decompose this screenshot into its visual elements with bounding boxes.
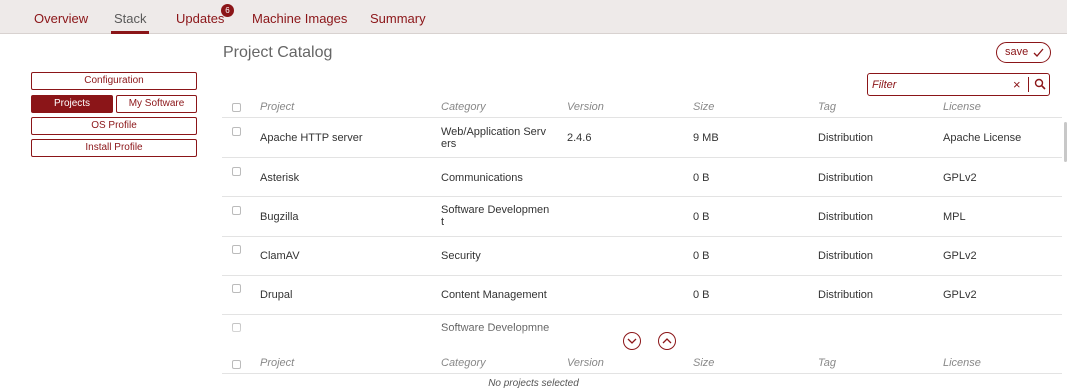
install-profile-button[interactable]: Install Profile	[31, 139, 197, 157]
project-size: 0 B	[693, 250, 710, 262]
project-category: Software Developmne	[441, 322, 550, 334]
row-checkbox[interactable]	[232, 323, 241, 332]
selected-header-divider	[222, 373, 1062, 374]
row-checkbox[interactable]	[232, 245, 241, 254]
project-size: 9 MB	[693, 132, 719, 144]
project-size: 0 B	[693, 289, 710, 301]
os-profile-button[interactable]: OS Profile	[31, 117, 197, 135]
check-icon	[1033, 48, 1044, 57]
tab-machine-images[interactable]: Machine Images	[252, 11, 347, 26]
project-category: Security	[441, 250, 481, 262]
project-name: Bugzilla	[260, 211, 299, 223]
selected-column-header-version[interactable]: Version	[567, 357, 604, 369]
column-header-category[interactable]: Category	[441, 101, 486, 113]
search-icon[interactable]	[1034, 78, 1046, 90]
project-name: Apache HTTP server	[260, 132, 363, 144]
project-license: GPLv2	[943, 172, 977, 184]
project-tag: Distribution	[818, 132, 874, 144]
save-button[interactable]: save	[996, 42, 1051, 63]
active-tab-indicator	[111, 31, 149, 34]
project-version: 2.4.6	[567, 132, 592, 144]
tab-updates[interactable]: Updates	[176, 11, 224, 26]
close-icon[interactable]: ×	[1013, 77, 1021, 92]
table-fade-overlay	[222, 322, 1067, 352]
project-tag: Distribution	[818, 289, 874, 301]
selected-column-header-category[interactable]: Category	[441, 357, 486, 369]
chevron-up-icon	[662, 338, 672, 344]
project-name: ClamAV	[260, 250, 300, 262]
chevron-down-icon	[627, 338, 637, 344]
project-license: Apache License	[943, 132, 1022, 144]
selected-select-all-checkbox[interactable]	[232, 360, 241, 369]
project-tag: Distribution	[818, 211, 874, 223]
row-checkbox[interactable]	[232, 284, 241, 293]
my-software-button[interactable]: My Software	[116, 95, 197, 113]
select-all-checkbox[interactable]	[232, 103, 241, 112]
selected-column-header-license[interactable]: License	[943, 357, 981, 369]
selected-column-header-project[interactable]: Project	[260, 357, 294, 369]
column-header-size[interactable]: Size	[693, 101, 714, 113]
filter-input[interactable]	[872, 76, 1017, 93]
row-checkbox[interactable]	[232, 127, 241, 136]
tab-stack[interactable]: Stack	[114, 11, 147, 26]
project-tag: Distribution	[818, 250, 874, 262]
project-category: Communications	[441, 172, 523, 184]
project-name: Asterisk	[260, 172, 300, 184]
project-category: Web/Application Serv ers	[441, 126, 546, 150]
configuration-button[interactable]: Configuration	[31, 72, 197, 90]
project-license: GPLv2	[943, 250, 977, 262]
updates-count-badge: 6	[221, 4, 234, 17]
move-up-button[interactable]	[658, 332, 676, 350]
project-license: MPL	[943, 211, 966, 223]
project-category: Content Management	[441, 289, 547, 301]
project-category: Software Developmen t	[441, 204, 550, 228]
filter-box: ×	[867, 73, 1050, 96]
header-divider	[222, 117, 1062, 118]
page-title: Project Catalog	[223, 44, 333, 61]
column-header-project[interactable]: Project	[260, 101, 294, 113]
save-label: save	[1005, 46, 1029, 58]
tab-summary[interactable]: Summary	[370, 11, 426, 26]
project-tag: Distribution	[818, 172, 874, 184]
empty-selection-message: No projects selected	[488, 378, 579, 389]
projects-button[interactable]: Projects	[31, 95, 113, 113]
selected-column-header-tag[interactable]: Tag	[818, 357, 836, 369]
top-nav: Overview Stack Updates 6 Machine Images …	[0, 0, 1067, 34]
column-header-tag[interactable]: Tag	[818, 101, 836, 113]
project-name: Drupal	[260, 289, 293, 301]
project-size: 0 B	[693, 211, 710, 223]
move-down-button[interactable]	[623, 332, 641, 350]
project-size: 0 B	[693, 172, 710, 184]
row-checkbox[interactable]	[232, 206, 241, 215]
column-header-license[interactable]: License	[943, 101, 981, 113]
project-license: GPLv2	[943, 289, 977, 301]
selected-column-header-size[interactable]: Size	[693, 357, 714, 369]
row-divider	[222, 196, 1062, 197]
row-divider	[222, 157, 1062, 158]
row-divider	[222, 275, 1062, 276]
row-divider	[222, 314, 1062, 315]
column-header-version[interactable]: Version	[567, 101, 604, 113]
row-divider	[222, 236, 1062, 237]
filter-divider	[1028, 77, 1029, 92]
tab-overview[interactable]: Overview	[34, 11, 88, 26]
row-checkbox[interactable]	[232, 167, 241, 176]
